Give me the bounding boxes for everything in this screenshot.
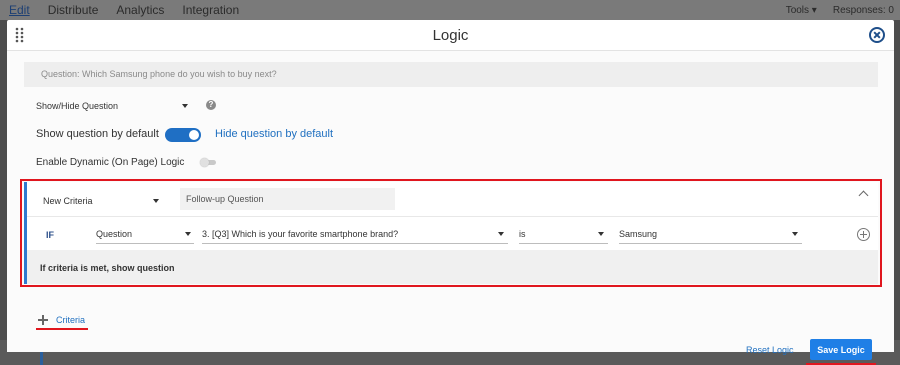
subject-caret-icon[interactable] (185, 232, 191, 236)
tools-menu[interactable]: Tools ▾ (786, 5, 817, 16)
save-logic-button[interactable]: Save Logic (810, 339, 872, 360)
default-visibility-toggle[interactable] (165, 128, 201, 142)
condition-subject-select[interactable]: Question (96, 223, 194, 244)
help-icon[interactable]: ? (206, 100, 216, 110)
show-by-default-label: Show question by default (36, 128, 159, 140)
plus-icon (38, 315, 48, 325)
criteria-type-select[interactable]: New Criteria (43, 196, 93, 206)
responses-count: Responses: 0 (832, 4, 894, 16)
operator-caret-icon[interactable] (598, 232, 604, 236)
add-criteria-highlight (36, 328, 88, 330)
condition-value-select[interactable]: Samsung (619, 223, 802, 244)
modal-title: Logic (432, 27, 469, 44)
chevron-up-icon[interactable] (858, 190, 869, 201)
nav-edit[interactable]: Edit (9, 3, 30, 17)
logic-modal: Logic Question: Which Samsung phone do y… (7, 20, 894, 365)
question-display: Question: Which Samsung phone do you wis… (24, 62, 878, 87)
top-nav: Edit Distribute Analytics Integration (0, 0, 248, 20)
dynamic-logic-toggle[interactable] (200, 158, 216, 167)
criteria-action-text: If criteria is met, show question (40, 263, 175, 273)
dynamic-logic-label: Enable Dynamic (On Page) Logic (36, 157, 185, 168)
criteria-name-input[interactable]: Follow-up Question (180, 188, 395, 210)
mode-select[interactable]: Show/Hide Question (36, 101, 118, 111)
criteria-condition-row: IF Question 3. [Q3] Which is your favori… (27, 217, 878, 250)
criteria-header-row: New Criteria Follow-up Question (27, 182, 878, 217)
close-icon[interactable] (869, 27, 885, 43)
modal-body: Question: Which Samsung phone do you wis… (7, 51, 894, 365)
nav-distribute[interactable]: Distribute (48, 3, 99, 17)
condition-question-select[interactable]: 3. [Q3] Which is your favorite smartphon… (202, 223, 508, 244)
nav-integration[interactable]: Integration (182, 3, 239, 17)
modal-header: Logic (7, 20, 894, 51)
value-caret-icon[interactable] (792, 232, 798, 236)
mode-select-caret-icon[interactable] (182, 104, 188, 108)
hide-by-default-label[interactable]: Hide question by default (215, 128, 333, 140)
condition-operator-select[interactable]: is (519, 223, 608, 244)
if-label: IF (46, 230, 54, 240)
criteria-action-row: If criteria is met, show question (27, 250, 878, 284)
add-condition-icon[interactable] (857, 228, 870, 241)
reset-logic-button[interactable]: Reset Logic (746, 345, 794, 355)
question-caret-icon[interactable] (498, 232, 504, 236)
criteria-type-caret-icon[interactable] (153, 199, 159, 203)
top-right-menu: Tools ▾ Responses: 0 (770, 0, 894, 20)
nav-analytics[interactable]: Analytics (116, 3, 164, 17)
question-text: Question: Which Samsung phone do you wis… (41, 69, 277, 79)
criteria-panel: New Criteria Follow-up Question IF Quest… (24, 182, 878, 284)
add-criteria-label[interactable]: Criteria (56, 315, 85, 325)
